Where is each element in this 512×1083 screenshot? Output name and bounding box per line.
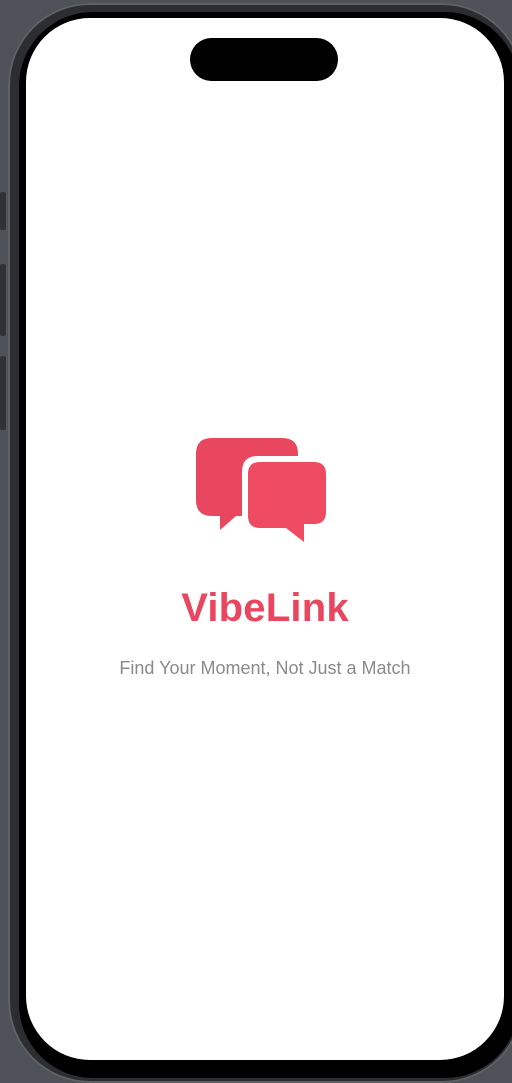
volume-down-button[interactable] <box>0 356 7 430</box>
dynamic-island <box>190 38 338 81</box>
action-button[interactable] <box>0 192 7 230</box>
tagline: Find Your Moment, Not Just a Match <box>119 658 411 678</box>
chat-bubbles-icon <box>196 438 332 550</box>
app-name: VibeLink <box>181 586 349 630</box>
volume-up-button[interactable] <box>0 264 7 336</box>
splash-screen: VibeLink Find Your Moment, Not Just a Ma… <box>26 18 504 1060</box>
